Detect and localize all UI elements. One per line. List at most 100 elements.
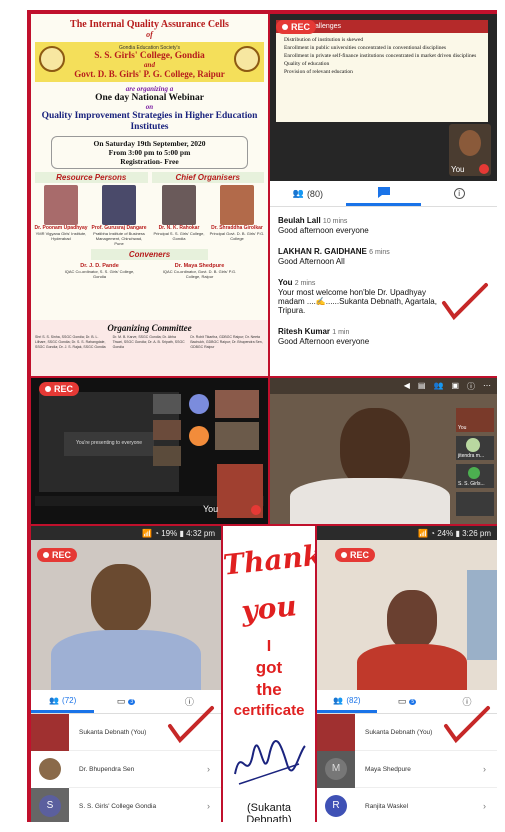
thank-you-panel: Thank you I got the certificate (Sukanta… bbox=[223, 526, 315, 822]
tab-chat[interactable] bbox=[345, 181, 422, 206]
info-icon[interactable]: ⓘ bbox=[467, 381, 475, 391]
poster-topic: Quality Improvement Strategies in Higher… bbox=[41, 111, 258, 132]
rec-dot-icon bbox=[45, 386, 51, 392]
list-item[interactable]: S S. S. Girls' College Gondia › bbox=[31, 787, 221, 822]
speaker-face bbox=[91, 564, 151, 634]
you-text: you bbox=[239, 589, 299, 628]
presenting-notice: You're presenting to everyone bbox=[64, 432, 154, 456]
tab-chat[interactable]: ▭ 3 bbox=[94, 690, 157, 713]
poster-section-headers: Resource Persons Chief Organisers bbox=[35, 172, 264, 183]
speaker-video: REC bbox=[317, 540, 497, 690]
mic-off-icon[interactable] bbox=[479, 164, 489, 174]
avatar: R bbox=[317, 787, 355, 822]
person-photo bbox=[102, 185, 136, 225]
participant-tile[interactable] bbox=[456, 492, 494, 516]
avatar bbox=[189, 394, 209, 414]
people-icon[interactable]: 👥 bbox=[433, 381, 443, 391]
avatar bbox=[31, 713, 69, 751]
poster-conveners: Dr. J. D. Pande IQAC Co-ordinator, S. S. … bbox=[31, 262, 268, 280]
participant-tile[interactable] bbox=[215, 390, 259, 418]
poster-people: Dr. Poonam Upadhyay YMR Vigyana Girls' In… bbox=[31, 185, 268, 247]
person-photo bbox=[162, 185, 196, 225]
got-text: got bbox=[255, 658, 283, 677]
participant-tile[interactable]: jitendra m... bbox=[456, 436, 494, 460]
i-text: I bbox=[266, 638, 272, 655]
committee-header: Organizing Committee bbox=[107, 323, 192, 333]
participant-tile[interactable] bbox=[153, 420, 181, 440]
poster-date-box: On Saturday 19th September, 2020 From 3:… bbox=[51, 136, 248, 169]
zoom-meeting-view: You're presenting to everyone REC You bbox=[31, 378, 268, 524]
participant-tile[interactable]: S. S. Girls... bbox=[456, 464, 494, 488]
checkmark-icon bbox=[442, 283, 488, 321]
the-text: the bbox=[256, 680, 282, 699]
rec-badge: REC bbox=[335, 548, 376, 562]
slide-bullet: Enrollment in private self-finance insti… bbox=[284, 53, 477, 59]
chat-message: LAKHAN R. GAIDHANE 6 mins Good Afternoon … bbox=[278, 247, 390, 266]
speaker-shirt bbox=[290, 478, 450, 524]
chat-badge: 5 bbox=[409, 698, 417, 705]
tab-participants[interactable]: 👥 (80) bbox=[270, 181, 346, 206]
collage-frame: The Internal Quality Assurance Cells of … bbox=[27, 10, 497, 822]
list-item[interactable]: R Ranjita Waskel › bbox=[317, 787, 497, 822]
poster-date: On Saturday 19th September, 2020 bbox=[93, 139, 206, 148]
organizing-committee: Organizing Committee Shri S. S. Sinha, S… bbox=[31, 320, 268, 376]
slide-bullet: Distribution of institution is skewed bbox=[284, 37, 364, 43]
chevron-right-icon: › bbox=[207, 764, 210, 774]
tab-chat[interactable]: ▭ 5 bbox=[377, 690, 437, 713]
poster-organizing: are organizing a bbox=[125, 85, 174, 93]
participant-tile[interactable] bbox=[215, 422, 259, 450]
certificate-text: certificate bbox=[233, 702, 305, 719]
avatar bbox=[466, 438, 480, 452]
person-card: Dr. Shraddha Girolkar Principal Govt. D. … bbox=[209, 185, 265, 241]
chevron-right-icon: › bbox=[207, 801, 210, 811]
volume-icon[interactable]: ◀ bbox=[404, 381, 410, 391]
speaker-face bbox=[387, 590, 437, 650]
checkmark-icon bbox=[168, 706, 214, 744]
convener-card: Dr. J. D. Pande IQAC Co-ordinator, S. S. … bbox=[64, 263, 135, 279]
curtain bbox=[467, 570, 497, 660]
tab-participants[interactable]: 👥 (82) bbox=[317, 690, 377, 713]
speaker-video-view: ◀ ▤ 👥 ▣ ⓘ ⋯ You jitendra m... S. S. Girls... bbox=[270, 378, 497, 524]
person-thumbnail-icon bbox=[459, 130, 481, 156]
chevron-right-icon: › bbox=[483, 764, 486, 774]
rec-badge: REC bbox=[39, 382, 80, 396]
self-video-tile[interactable]: You bbox=[203, 464, 263, 518]
meeting-tabs: 👥 (80) i bbox=[270, 181, 497, 207]
participant-tile[interactable] bbox=[153, 446, 181, 466]
layout-icon[interactable]: ▤ bbox=[418, 381, 426, 391]
status-bar: 📶 ◔ 19% ▮ 4:32 pm bbox=[31, 526, 221, 540]
phone-meeting-right: 📶 ◔ 24% ▮ 3:26 pm REC 👥 (82) ▭ 5 ⓘ Sukanta… bbox=[317, 526, 497, 822]
people-icon: 👥 bbox=[333, 695, 344, 705]
person-photo bbox=[44, 185, 78, 225]
convener-card: Dr. Maya Shedpure IQAC Co-ordinator, Govt… bbox=[162, 263, 237, 279]
person-photo bbox=[220, 185, 254, 225]
poster-college2: Govt. D. B. Girls' P. G. College, Raipur bbox=[74, 69, 225, 79]
video-toolbar: ◀ ▤ 👥 ▣ ⓘ ⋯ bbox=[270, 378, 497, 394]
chat-icon[interactable]: ▣ bbox=[451, 381, 459, 391]
phone-meeting-left: 📶 ◔ 19% ▮ 4:32 pm REC 👥 (72) ▭ 3 ⓘ Sukanta… bbox=[31, 526, 221, 822]
speaker-video: REC bbox=[31, 540, 221, 690]
rec-dot-icon bbox=[282, 24, 288, 30]
poster-registration: Registration- Free bbox=[120, 157, 179, 166]
participant-tile[interactable]: You bbox=[456, 408, 494, 432]
mic-off-icon[interactable] bbox=[251, 505, 261, 515]
tab-info[interactable]: i bbox=[421, 181, 497, 206]
self-video-label: You bbox=[203, 504, 219, 514]
presentation-slide: Challenges Distribution of institution i… bbox=[276, 20, 488, 122]
person-card: Dr. N. K. Rahokar Principal S. S. Girls' … bbox=[151, 185, 207, 241]
self-video-tile[interactable]: You bbox=[449, 124, 491, 176]
speaker-shirt bbox=[51, 630, 201, 690]
poster-college-band: Gondia Education Society's S. S. Girls' … bbox=[35, 42, 264, 82]
avatar bbox=[317, 713, 355, 751]
avatar: S bbox=[31, 787, 69, 822]
list-item[interactable]: Dr. Bhupendra Sen › bbox=[31, 750, 221, 788]
college-logo-right-icon bbox=[234, 46, 260, 72]
avatar bbox=[468, 467, 480, 479]
avatar: M bbox=[317, 750, 355, 788]
tab-participants[interactable]: 👥 (72) bbox=[31, 690, 95, 713]
participant-tile[interactable] bbox=[153, 394, 181, 414]
convener-header: Conveners bbox=[91, 249, 208, 260]
status-bar: 📶 ◔ 24% ▮ 3:26 pm bbox=[317, 526, 497, 540]
list-item[interactable]: M Maya Shedpure › bbox=[317, 750, 497, 788]
more-icon[interactable]: ⋯ bbox=[483, 381, 491, 391]
